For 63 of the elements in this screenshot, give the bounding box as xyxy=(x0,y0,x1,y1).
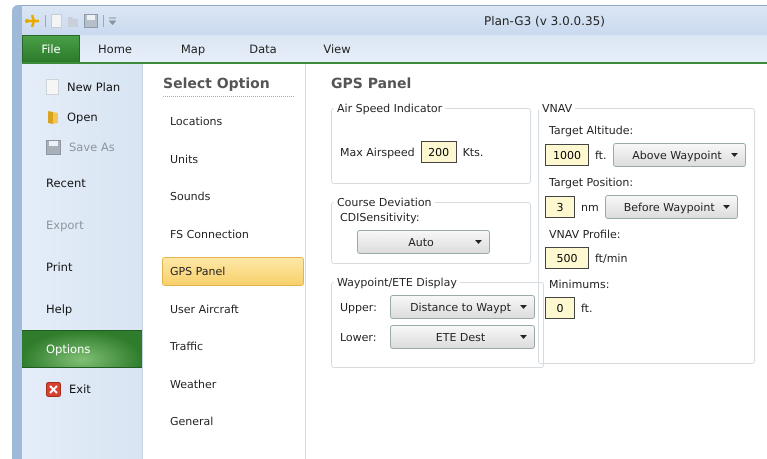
option-item[interactable]: General xyxy=(162,407,304,436)
caret-icon xyxy=(730,153,738,157)
unit-label: ft. xyxy=(595,148,606,162)
airplane-icon[interactable] xyxy=(24,14,40,28)
input-field[interactable]: 200 xyxy=(420,141,457,163)
folder-icon xyxy=(46,109,59,125)
input-field[interactable]: 1000 xyxy=(545,144,589,166)
new-document-icon[interactable] xyxy=(51,14,62,28)
ribbon-tab[interactable]: File xyxy=(22,35,80,62)
field-label: Max Airspeed xyxy=(340,146,415,158)
file-menu-item[interactable]: Recent xyxy=(22,162,142,204)
group-title: Course Deviation xyxy=(336,196,433,209)
dropdown[interactable]: Distance to Waypt xyxy=(390,295,535,319)
dropdown[interactable]: Before Waypoint xyxy=(604,195,738,219)
section-heading: Select Option xyxy=(163,76,294,97)
caret-icon xyxy=(474,240,482,244)
ribbon-tab[interactable]: Data xyxy=(228,35,298,62)
window-title: Plan-G3 (v 3.0.0.35) xyxy=(484,14,605,28)
close-icon xyxy=(46,382,61,396)
option-item[interactable]: Locations xyxy=(162,107,304,136)
unit-label: nm xyxy=(581,200,599,214)
dropdown[interactable]: ETE Dest xyxy=(390,325,535,349)
caret-icon xyxy=(520,305,527,309)
input-field[interactable]: 3 xyxy=(545,196,575,218)
option-item[interactable]: GPS Panel xyxy=(162,257,304,286)
save-icon[interactable] xyxy=(84,14,98,28)
dropdown-icon[interactable] xyxy=(109,16,116,24)
input-field[interactable]: 0 xyxy=(545,297,575,319)
caret-icon xyxy=(722,205,730,209)
input-field[interactable]: 500 xyxy=(545,247,589,269)
file-menu-item[interactable]: Open xyxy=(22,102,142,132)
unit-label: Kts. xyxy=(462,146,484,158)
file-menu-item[interactable]: Help xyxy=(22,288,142,330)
unit-label: ft/min xyxy=(595,252,628,264)
file-menu-item[interactable]: Exit xyxy=(22,368,142,410)
field-label: CDISensitivity: xyxy=(340,211,421,224)
file-menu-item[interactable]: New Plan xyxy=(22,72,142,102)
ribbon-tab[interactable]: Map xyxy=(158,35,228,62)
dropdown[interactable]: Above Waypoint xyxy=(612,143,746,167)
field-label: Lower: xyxy=(340,330,378,344)
field-label: Target Position: xyxy=(549,176,634,189)
save-icon xyxy=(46,140,61,154)
option-item[interactable]: Sounds xyxy=(162,182,304,211)
option-item[interactable]: Traffic xyxy=(162,332,304,361)
panel-title: GPS Panel xyxy=(331,76,412,92)
ribbon-tab[interactable]: Home xyxy=(80,35,150,62)
field-label: VNAV Profile: xyxy=(549,228,622,241)
caret-icon xyxy=(520,335,527,339)
group-title: VNAV xyxy=(541,102,574,115)
group-title: Waypoint/ETE Display xyxy=(336,276,458,289)
document-icon xyxy=(46,79,59,95)
ribbon-tab[interactable]: View xyxy=(302,35,372,62)
group-title: Air Speed Indicator xyxy=(336,102,444,115)
file-menu-item[interactable]: Print xyxy=(22,246,142,288)
field-label: Upper: xyxy=(340,300,378,314)
option-item[interactable]: User Aircraft xyxy=(162,294,304,324)
option-item[interactable]: Units xyxy=(162,144,304,174)
unit-label: ft. xyxy=(581,302,592,314)
field-label: Minimums: xyxy=(549,278,610,291)
option-item[interactable]: FS Connection xyxy=(162,220,304,248)
field-label: Target Altitude: xyxy=(549,124,634,137)
dropdown[interactable]: Auto xyxy=(356,230,490,254)
option-item[interactable]: Weather xyxy=(162,370,304,398)
